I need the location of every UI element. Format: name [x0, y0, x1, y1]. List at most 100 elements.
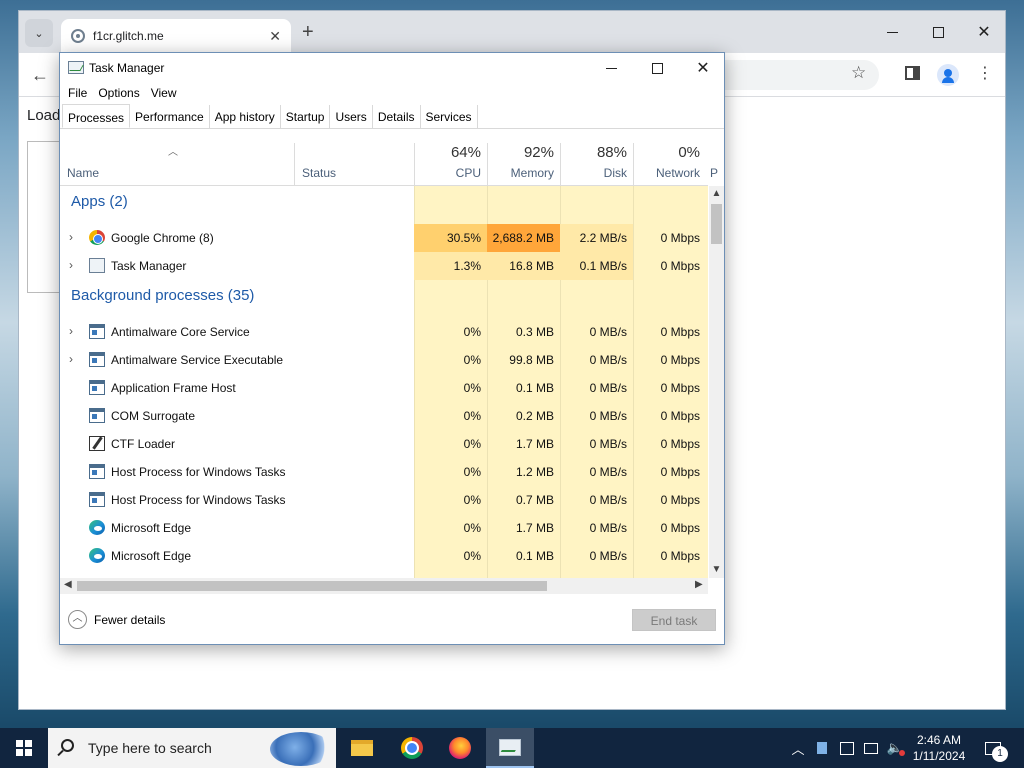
process-disk: 0.1 MB/s — [560, 252, 633, 280]
column-header-power-partial[interactable]: P — [710, 166, 718, 180]
menu-file[interactable]: File — [68, 83, 93, 103]
tab-services[interactable]: Services — [421, 105, 478, 128]
process-row[interactable]: COM Surrogate 0% 0.2 MB 0 MB/s 0 Mbps — [60, 402, 708, 430]
minimize-button[interactable] — [588, 53, 634, 83]
column-header-memory[interactable]: 92% Memory — [487, 143, 560, 186]
tab-startup[interactable]: Startup — [281, 105, 331, 128]
close-icon: ✕ — [977, 24, 991, 41]
scroll-left-arrow-icon[interactable]: ◀ — [64, 579, 72, 590]
taskbar-task-manager[interactable] — [486, 728, 534, 768]
tray-security-button[interactable] — [836, 728, 858, 768]
column-header-network[interactable]: 0% Network — [633, 143, 706, 186]
tab-performance[interactable]: Performance — [130, 105, 210, 128]
vertical-scroll-thumb[interactable] — [711, 204, 722, 244]
taskbar-chrome[interactable] — [388, 728, 436, 768]
column-header-status[interactable]: Status — [294, 143, 414, 186]
new-tab-button[interactable]: + — [302, 21, 314, 44]
disk-total-percent: 88% — [596, 144, 627, 161]
chrome-close-button[interactable]: ✕ — [961, 17, 1007, 47]
chrome-minimize-button[interactable] — [869, 17, 915, 47]
maximize-button[interactable] — [634, 53, 680, 83]
taskbar-firefox[interactable] — [436, 728, 484, 768]
horizontal-scroll-thumb[interactable] — [77, 581, 547, 591]
task-manager-icon — [68, 61, 84, 74]
process-disk: 0 MB/s — [589, 521, 627, 535]
process-row[interactable]: Host Process for Windows Tasks 0% 1.2 MB… — [60, 458, 708, 486]
close-button[interactable]: ✕ — [680, 53, 726, 83]
tab-processes[interactable]: Processes — [62, 104, 131, 128]
process-row[interactable]: › Google Chrome (8) 30.5% 2,688.2 MB 2.2… — [60, 224, 708, 252]
search-highlight-image — [270, 732, 332, 766]
horizontal-scrollbar[interactable]: ◀ ▶ — [60, 578, 708, 594]
column-header-name[interactable]: Name — [60, 143, 294, 186]
start-button[interactable] — [0, 728, 48, 768]
process-disk: 0 MB/s — [589, 549, 627, 563]
tab-search-button[interactable]: ⌄ — [25, 19, 53, 47]
taskbar-search-box[interactable]: Type here to search — [48, 728, 336, 768]
column-label-status: Status — [302, 166, 337, 180]
scroll-right-arrow-icon[interactable]: ▶ — [695, 579, 703, 590]
column-header-disk[interactable]: 88% Disk — [560, 143, 633, 186]
taskbar: Type here to search ︿ 🔈 2:46 AM 1/11/202… — [0, 728, 1024, 768]
process-network: 0 Mbps — [660, 549, 700, 563]
scroll-up-arrow-icon[interactable]: ▲ — [709, 188, 724, 199]
tab-close-button[interactable]: ✕ — [269, 28, 281, 45]
tray-app-button[interactable] — [812, 728, 832, 768]
expand-chevron-icon[interactable]: › — [69, 324, 73, 338]
process-name: Microsoft Edge — [111, 549, 192, 563]
maximize-icon — [651, 62, 663, 74]
group-header-apps[interactable]: Apps (2) — [60, 186, 708, 220]
expand-chevron-icon[interactable]: › — [69, 230, 73, 244]
minimize-icon — [605, 67, 617, 69]
tray-network-button[interactable] — [860, 728, 882, 768]
show-hidden-icons-button[interactable]: ︿ — [788, 728, 808, 768]
tray-clock[interactable]: 2:46 AM 1/11/2024 — [906, 728, 972, 768]
process-name: Microsoft Edge — [111, 521, 192, 535]
process-row[interactable]: CTF Loader 0% 1.7 MB 0 MB/s 0 Mbps — [60, 430, 708, 458]
process-row[interactable]: › Antimalware Core Service 0% 0.3 MB 0 M… — [60, 318, 708, 346]
tab-title: f1cr.glitch.me — [93, 29, 164, 43]
bookmark-star-icon[interactable]: ☆ — [851, 63, 866, 83]
end-task-button[interactable]: End task — [632, 609, 716, 631]
process-name: Antimalware Service Executable — [111, 353, 284, 367]
task-manager-title-bar[interactable]: Task Manager ✕ — [60, 53, 724, 83]
chrome-icon — [89, 230, 105, 245]
tray-volume-button[interactable]: 🔈 — [884, 728, 906, 768]
browser-tab[interactable]: f1cr.glitch.me ✕ — [61, 19, 291, 53]
chrome-maximize-button[interactable] — [915, 17, 961, 47]
menu-view[interactable]: View — [151, 83, 183, 103]
tab-details[interactable]: Details — [373, 105, 421, 128]
process-row[interactable]: Host Process for Windows Tasks 0% 0.7 MB… — [60, 486, 708, 514]
process-row[interactable]: Application Frame Host 0% 0.1 MB 0 MB/s … — [60, 374, 708, 402]
process-memory: 1.7 MB — [515, 521, 554, 535]
column-header-cpu[interactable]: 64% CPU — [414, 143, 487, 186]
scroll-down-arrow-icon[interactable]: ▼ — [709, 564, 724, 575]
page-content-text: Load — [27, 107, 61, 124]
memory-total-percent: 92% — [523, 144, 554, 161]
search-placeholder: Type here to search — [88, 740, 212, 756]
clock-time: 2:46 AM — [916, 733, 962, 747]
process-row[interactable]: › Task Manager 1.3% 16.8 MB 0.1 MB/s 0 M… — [60, 252, 708, 280]
side-panel-icon[interactable] — [905, 66, 920, 80]
process-row[interactable]: › Antimalware Service Executable 0% 99.8… — [60, 346, 708, 374]
process-name: Antimalware Core Service — [111, 325, 250, 339]
group-header-background[interactable]: Background processes (35) — [60, 280, 708, 314]
fewer-details-link[interactable]: Fewer details — [94, 613, 165, 627]
process-network: 0 Mbps — [660, 381, 700, 395]
column-label-network: Network — [655, 166, 700, 180]
tab-users[interactable]: Users — [330, 105, 373, 128]
back-arrow-icon[interactable]: ← — [31, 65, 49, 86]
tab-app-history[interactable]: App history — [210, 105, 281, 128]
menu-options[interactable]: Options — [98, 83, 145, 103]
chevron-up-circle-icon[interactable]: ︿ — [68, 610, 87, 629]
expand-chevron-icon[interactable]: › — [69, 352, 73, 366]
vertical-scrollbar[interactable]: ▲ ▼ — [709, 186, 724, 578]
process-row[interactable]: Microsoft Edge 0% 0.1 MB 0 MB/s 0 Mbps — [60, 542, 708, 570]
task-manager-footer: ︿ Fewer details End task — [60, 601, 724, 645]
process-row[interactable]: Microsoft Edge 0% 1.7 MB 0 MB/s 0 Mbps — [60, 514, 708, 542]
expand-chevron-icon[interactable]: › — [69, 258, 73, 272]
profile-avatar-icon[interactable] — [937, 64, 959, 86]
more-menu-icon[interactable]: ⋮ — [977, 63, 993, 83]
chrome-icon — [401, 737, 423, 759]
taskbar-file-explorer[interactable] — [338, 728, 386, 768]
